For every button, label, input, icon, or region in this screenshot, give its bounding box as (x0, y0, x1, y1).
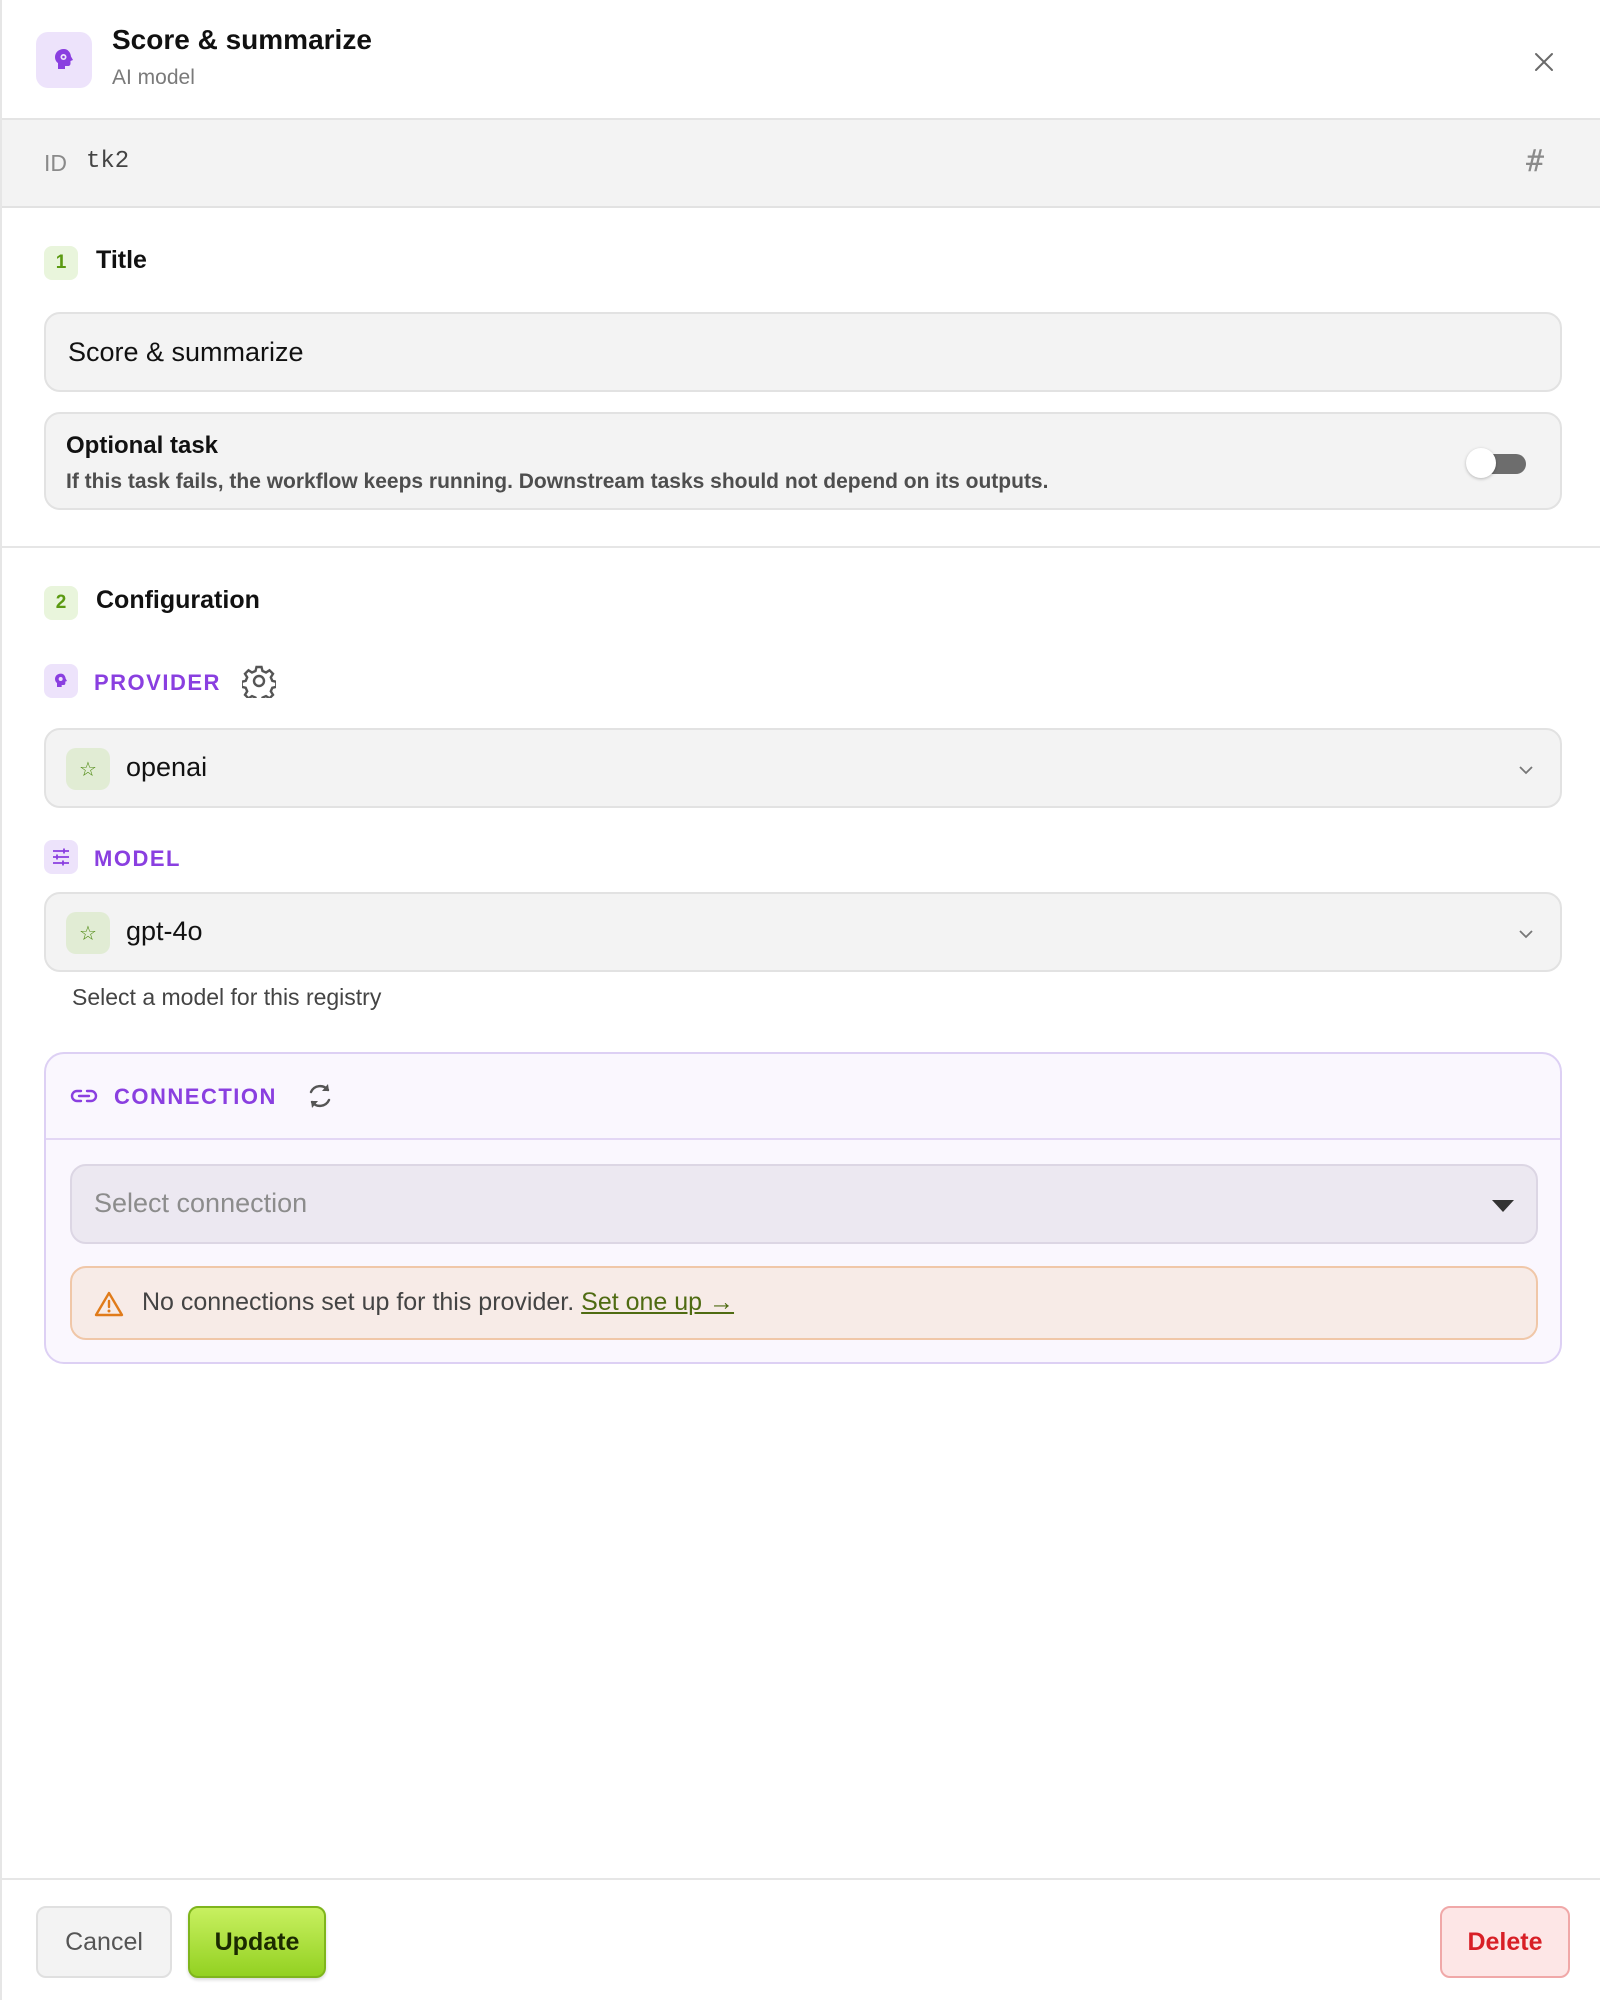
panel-subtitle: AI model (112, 66, 195, 89)
gear-icon[interactable] (240, 664, 278, 703)
task-editor-panel: Score & summarize AI model ID tk2 # 1 Ti… (0, 0, 1600, 2000)
delete-button[interactable]: Delete (1440, 1906, 1570, 1978)
link-icon (70, 1089, 98, 1103)
provider-value: openai (126, 752, 208, 782)
panel-footer: Cancel Update Delete (2, 1878, 1600, 2000)
model-value: gpt-4o (126, 916, 203, 946)
model-helper-text: Select a model for this registry (72, 984, 382, 1010)
section-title-heading: Title (96, 246, 147, 274)
brain-icon (44, 664, 78, 698)
connection-label: CONNECTION (114, 1084, 277, 1109)
sliders-icon (44, 840, 78, 874)
brain-icon (36, 32, 92, 88)
connection-select[interactable]: Select connection (70, 1164, 1538, 1244)
chevron-down-icon (1519, 930, 1533, 939)
warning-message: No connections set up for this provider. (142, 1288, 575, 1316)
optional-task-card: Optional task If this task fails, the wo… (44, 412, 1562, 510)
model-select[interactable]: ☆ gpt-4o (44, 892, 1562, 972)
close-icon[interactable] (1526, 44, 1562, 80)
id-bar: ID tk2 # (2, 120, 1600, 208)
title-input[interactable] (44, 312, 1562, 392)
optional-task-description: If this task fails, the workflow keeps r… (66, 470, 1049, 493)
optional-task-toggle[interactable] (1466, 446, 1528, 478)
toggle-knob (1466, 448, 1496, 478)
warning-icon (94, 1291, 124, 1317)
step-badge-1: 1 (44, 246, 78, 280)
set-up-connection-link[interactable]: Set one up → (581, 1288, 734, 1316)
star-icon: ☆ (66, 748, 110, 790)
chevron-down-icon (1519, 766, 1533, 775)
connection-card: CONNECTION Select connection No connecti… (44, 1052, 1562, 1364)
star-icon: ☆ (66, 912, 110, 954)
id-label: ID (44, 150, 67, 176)
section-divider (2, 546, 1600, 548)
id-value[interactable]: tk2 (86, 148, 129, 175)
connection-header: CONNECTION (46, 1054, 1560, 1140)
provider-label: PROVIDER (94, 670, 221, 695)
optional-task-title: Optional task (66, 432, 219, 459)
section-config-heading: Configuration (96, 586, 260, 614)
caret-down-icon (1492, 1200, 1514, 1212)
update-button[interactable]: Update (188, 1906, 326, 1978)
refresh-icon[interactable] (304, 1080, 336, 1112)
hash-icon[interactable]: # (1526, 144, 1544, 179)
warning-text-line: No connections set up for this provider.… (142, 1288, 734, 1317)
step-badge-2: 2 (44, 586, 78, 620)
no-connections-warning: No connections set up for this provider.… (70, 1266, 1538, 1340)
model-label: MODEL (94, 846, 181, 871)
panel-title: Score & summarize (112, 24, 372, 55)
cancel-button[interactable]: Cancel (36, 1906, 172, 1978)
panel-header: Score & summarize AI model (2, 0, 1600, 120)
provider-select[interactable]: ☆ openai (44, 728, 1562, 808)
connection-placeholder: Select connection (94, 1188, 308, 1218)
